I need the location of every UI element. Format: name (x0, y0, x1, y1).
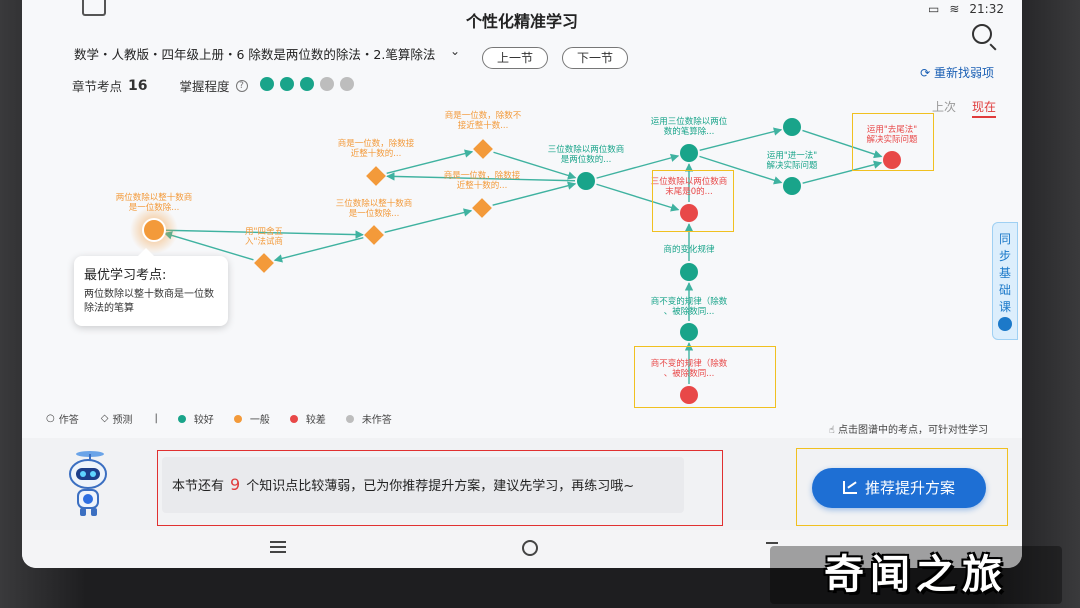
robot-assistant-icon (69, 451, 107, 516)
legend-good: 较好 (193, 415, 214, 426)
tooltip-title: 最优学习考点: (84, 268, 167, 283)
highlight-box (652, 170, 734, 232)
graph-node-n13[interactable] (680, 263, 698, 281)
legend-predict: 预测 (112, 415, 133, 426)
graph-node-label: 商是一位数，除数接近整十数的... (444, 170, 521, 191)
graph-node-label: 三位数除以整十数商是一位数除... (336, 198, 413, 219)
sync-course-tab[interactable]: 同步基础课 (992, 222, 1018, 340)
legend-normal: 一般 (249, 415, 270, 426)
graph-hint: ☝ 点击图谱中的考点，可针对性学习 (829, 421, 988, 436)
menu-icon[interactable] (270, 541, 286, 553)
graph-node-label: 三位数除以两位数商是两位数的... (548, 144, 625, 165)
legend-none: 未作答 (361, 415, 392, 426)
graph-node-n6[interactable] (472, 198, 492, 218)
dot-poor-icon (289, 414, 298, 423)
graph-node-n14[interactable] (680, 323, 698, 341)
graph-node-n3[interactable] (364, 225, 384, 245)
highlight-box (157, 450, 723, 526)
graph-node-label: 商是一位数，除数不接近整十数... (445, 110, 522, 131)
watermark-text: 奇闻之旅 (824, 552, 1008, 598)
graph-node-n10[interactable] (783, 118, 801, 136)
diamond-outline-icon: ◇ (100, 413, 109, 424)
tablet-screen: ▭ ≋ 21:32 个性化精准学习 数学・人教版・四年级上册・6 除数是两位数的… (22, 0, 1022, 568)
graph-node-n1[interactable] (142, 218, 166, 242)
graph-node-label: 商是一位数，除数接近整十数的... (338, 138, 415, 159)
graph-node-label: 商的变化规律 (663, 244, 715, 255)
home-circle-icon[interactable] (522, 540, 538, 556)
graph-node-n4[interactable] (366, 166, 386, 186)
graph-node-n8[interactable] (680, 144, 698, 162)
graph-node-n2[interactable] (254, 253, 274, 273)
highlight-box (796, 448, 1008, 526)
best-point-tooltip: 最优学习考点: 两位数除以整十数商是一位数除法的笔算 (74, 248, 228, 326)
hand-pointer-icon: ☝ (828, 425, 835, 436)
play-icon (998, 317, 1012, 331)
graph-edge (273, 237, 364, 263)
graph-node-n11[interactable] (783, 177, 801, 195)
graph-node-label: 运用"进一法"解决实际问题 (766, 150, 818, 171)
watermark: 奇闻之旅 (770, 546, 1062, 604)
highlight-box (852, 113, 934, 171)
hint-text: 点击图谱中的考点，可针对性学习 (838, 425, 988, 436)
sync-course-label: 同步基础课 (998, 232, 1011, 314)
graph-node-label: 运用三位数除以两位数的笔算除... (651, 116, 728, 137)
graph-node-label: 商不变的规律（除数、被除数同... (651, 296, 728, 317)
highlight-box (634, 346, 776, 408)
graph-node-n7[interactable] (577, 172, 595, 190)
dot-none-icon (345, 414, 354, 423)
knowledge-graph: 两位数除以整十数商是一位数除... 用"四舍五入"法试商 三位数除以整十数商是一位数… (116, 110, 918, 404)
dot-good-icon (177, 414, 186, 423)
graph-node-label: 用"四舍五入"法试商 (245, 226, 283, 247)
legend-poor: 较差 (305, 415, 326, 426)
tooltip-body: 两位数除以整十数商是一位数除法的笔算 (84, 289, 214, 314)
device-frame: ▭ ≋ 21:32 个性化精准学习 数学・人教版・四年级上册・6 除数是两位数的… (0, 0, 1080, 608)
circle-outline-icon: ○ (46, 413, 55, 424)
dot-normal-icon (233, 414, 242, 423)
graph-node-n5[interactable] (473, 139, 493, 159)
legend: ○ 作答 ◇ 预测 | 较好 一般 较差 未作答 (46, 413, 392, 426)
legend-done: 作答 (58, 415, 79, 426)
graph-node-label: 两位数除以整十数商是一位数除... (116, 192, 193, 213)
